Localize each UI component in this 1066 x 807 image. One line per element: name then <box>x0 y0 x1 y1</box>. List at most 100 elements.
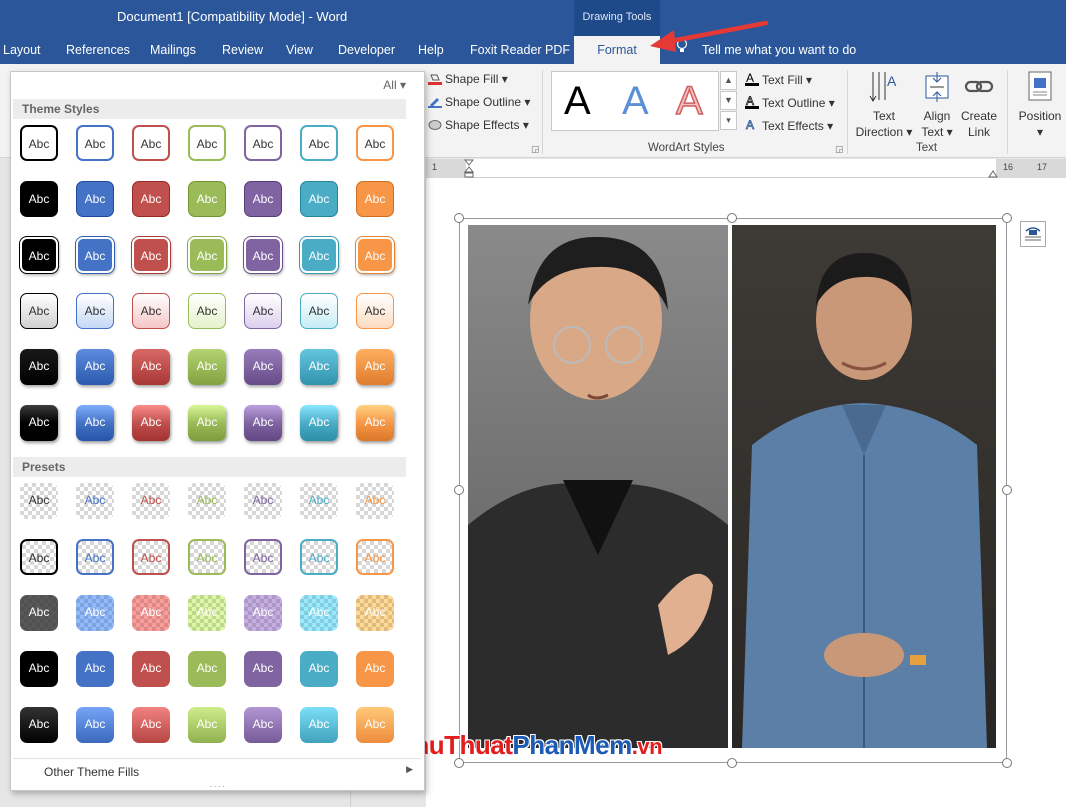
horizontal-ruler[interactable]: 1 16 17 <box>426 159 1066 178</box>
theme-style-swatch[interactable]: Abc <box>356 181 394 217</box>
text-fill-button[interactable]: A Text Fill ▾ <box>745 71 812 87</box>
theme-style-swatch[interactable]: Abc <box>356 349 394 385</box>
resize-handle-right[interactable] <box>1002 485 1012 495</box>
theme-style-swatch[interactable]: Abc <box>20 125 58 161</box>
theme-style-swatch[interactable]: Abc <box>20 405 58 441</box>
theme-style-swatch[interactable]: Abc <box>356 237 394 273</box>
theme-style-swatch[interactable]: Abc <box>244 293 282 329</box>
preset-swatch[interactable]: Abc <box>132 595 170 631</box>
gallery-up-icon[interactable]: ▲ <box>720 71 737 90</box>
preset-swatch[interactable]: Abc <box>76 483 114 519</box>
preset-swatch[interactable]: Abc <box>20 595 58 631</box>
preset-swatch[interactable]: Abc <box>300 483 338 519</box>
gallery-filter-dropdown[interactable]: All ▾ <box>383 78 406 92</box>
preset-swatch[interactable]: Abc <box>132 651 170 687</box>
preset-swatch[interactable]: Abc <box>356 651 394 687</box>
theme-style-swatch[interactable]: Abc <box>132 293 170 329</box>
wordart-launcher-icon[interactable]: ◲ <box>835 144 844 155</box>
theme-style-swatch[interactable]: Abc <box>300 405 338 441</box>
preset-swatch[interactable]: Abc <box>76 539 114 575</box>
preset-swatch[interactable]: Abc <box>20 707 58 743</box>
text-outline-button[interactable]: A Text Outline ▾ <box>745 94 835 110</box>
position-button[interactable]: Position ▾ <box>1015 70 1065 140</box>
preset-swatch[interactable]: Abc <box>76 651 114 687</box>
theme-style-swatch[interactable]: Abc <box>132 125 170 161</box>
preset-swatch[interactable]: Abc <box>188 595 226 631</box>
preset-swatch[interactable]: Abc <box>188 651 226 687</box>
resize-handle-left[interactable] <box>454 485 464 495</box>
theme-style-swatch[interactable]: Abc <box>300 181 338 217</box>
theme-style-swatch[interactable]: Abc <box>244 125 282 161</box>
text-effects-button[interactable]: A Text Effects ▾ <box>745 118 834 133</box>
preset-swatch[interactable]: Abc <box>300 539 338 575</box>
resize-handle-top[interactable] <box>727 213 737 223</box>
resize-handle-bottom-right[interactable] <box>1002 758 1012 768</box>
theme-style-swatch[interactable]: Abc <box>20 293 58 329</box>
shape-styles-launcher-icon[interactable]: ◲ <box>531 144 540 155</box>
theme-style-swatch[interactable]: Abc <box>356 293 394 329</box>
wordart-outline[interactable]: A <box>675 78 703 124</box>
tab-references[interactable]: References <box>66 36 130 64</box>
preset-swatch[interactable]: Abc <box>76 595 114 631</box>
resize-handle-top-right[interactable] <box>1002 213 1012 223</box>
theme-style-swatch[interactable]: Abc <box>76 125 114 161</box>
theme-style-swatch[interactable]: Abc <box>188 181 226 217</box>
shape-effects-button[interactable]: Shape Effects ▾ <box>428 118 529 132</box>
theme-style-swatch[interactable]: Abc <box>188 405 226 441</box>
theme-style-swatch[interactable]: Abc <box>188 293 226 329</box>
tab-layout[interactable]: Layout <box>3 36 41 64</box>
theme-style-swatch[interactable]: Abc <box>76 349 114 385</box>
preset-swatch[interactable]: Abc <box>188 707 226 743</box>
preset-swatch[interactable]: Abc <box>300 595 338 631</box>
tab-view[interactable]: View <box>286 36 313 64</box>
theme-style-swatch[interactable]: Abc <box>244 349 282 385</box>
tab-developer[interactable]: Developer <box>338 36 395 64</box>
resize-handle-bottom[interactable] <box>727 758 737 768</box>
preset-swatch[interactable]: Abc <box>188 483 226 519</box>
right-indent-marker-icon[interactable] <box>988 168 998 178</box>
resize-handle-top-left[interactable] <box>454 213 464 223</box>
preset-swatch[interactable]: Abc <box>300 651 338 687</box>
gallery-more-icon[interactable]: ▾ <box>720 111 737 130</box>
preset-swatch[interactable]: Abc <box>244 595 282 631</box>
theme-style-swatch[interactable]: Abc <box>76 237 114 273</box>
theme-style-swatch[interactable]: Abc <box>300 125 338 161</box>
layout-options-icon[interactable] <box>1020 221 1046 247</box>
preset-swatch[interactable]: Abc <box>76 707 114 743</box>
wordart-blue[interactable]: A <box>622 79 649 123</box>
theme-style-swatch[interactable]: Abc <box>300 237 338 273</box>
picture-selection-frame[interactable] <box>459 218 1007 763</box>
indent-marker-icon[interactable] <box>464 159 474 178</box>
theme-style-swatch[interactable]: Abc <box>244 181 282 217</box>
preset-swatch[interactable]: Abc <box>244 483 282 519</box>
tab-mailings[interactable]: Mailings <box>150 36 196 64</box>
preset-swatch[interactable]: Abc <box>20 651 58 687</box>
shape-styles-gallery[interactable]: All ▾ Theme Styles Presets Other Theme F… <box>10 71 425 792</box>
theme-style-swatch[interactable]: Abc <box>132 237 170 273</box>
theme-style-swatch[interactable]: Abc <box>76 293 114 329</box>
theme-style-swatch[interactable]: Abc <box>20 181 58 217</box>
preset-swatch[interactable]: Abc <box>244 707 282 743</box>
preset-swatch[interactable]: Abc <box>356 483 394 519</box>
preset-swatch[interactable]: Abc <box>300 707 338 743</box>
preset-swatch[interactable]: Abc <box>20 539 58 575</box>
theme-style-swatch[interactable]: Abc <box>188 349 226 385</box>
preset-swatch[interactable]: Abc <box>356 539 394 575</box>
theme-style-swatch[interactable]: Abc <box>132 405 170 441</box>
preset-swatch[interactable]: Abc <box>244 539 282 575</box>
preset-swatch[interactable]: Abc <box>132 539 170 575</box>
theme-style-swatch[interactable]: Abc <box>76 181 114 217</box>
theme-style-swatch[interactable]: Abc <box>188 237 226 273</box>
wordart-gallery[interactable]: A A A <box>551 71 719 131</box>
theme-style-swatch[interactable]: Abc <box>20 349 58 385</box>
text-direction-button[interactable]: A Text Direction ▾ <box>853 70 915 140</box>
resize-grip-icon[interactable]: ···· <box>209 781 226 792</box>
preset-swatch[interactable]: Abc <box>132 707 170 743</box>
preset-swatch[interactable]: Abc <box>188 539 226 575</box>
theme-style-swatch[interactable]: Abc <box>244 237 282 273</box>
tab-help[interactable]: Help <box>418 36 444 64</box>
create-link-button[interactable]: Create Link <box>960 70 998 140</box>
theme-style-swatch[interactable]: Abc <box>244 405 282 441</box>
theme-style-swatch[interactable]: Abc <box>76 405 114 441</box>
theme-style-swatch[interactable]: Abc <box>356 125 394 161</box>
